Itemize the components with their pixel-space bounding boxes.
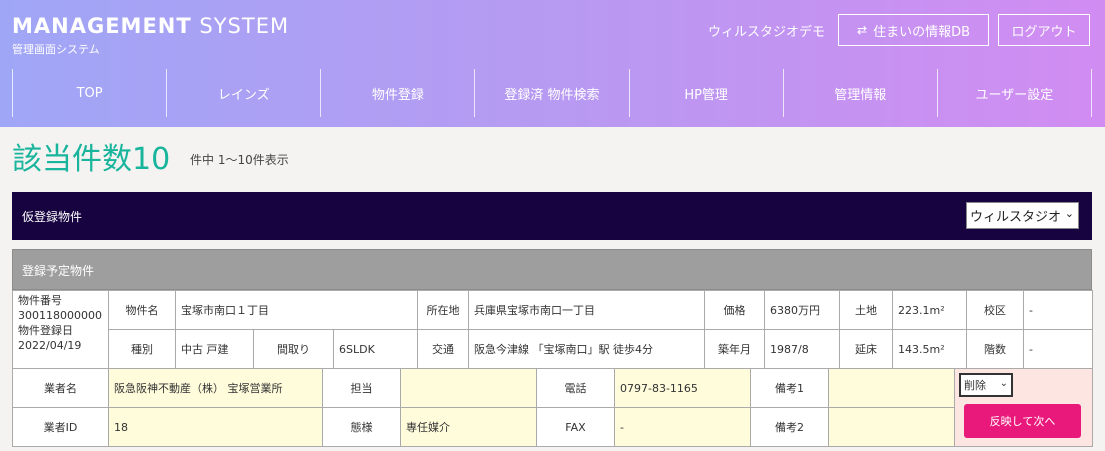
nav-registered-search[interactable]: 登録済 物件検索	[475, 69, 630, 117]
nav-hp-admin[interactable]: HP管理	[630, 69, 784, 117]
swap-arrows-icon: ⇄	[857, 23, 868, 37]
app-subtitle: 管理画面システム	[12, 43, 100, 56]
staff-label: 担当	[322, 368, 401, 408]
section-header: 仮登録物件 ウィルスタジオ ⌄	[12, 192, 1092, 240]
property-floors: -	[1023, 329, 1093, 369]
agent-staff	[400, 368, 537, 408]
chevron-down-icon: ⌄	[999, 378, 1008, 389]
result-count: 該当件数10	[12, 142, 171, 177]
agent-mode: 専任媒介	[400, 407, 537, 447]
section-title: 仮登録物件	[22, 210, 83, 224]
property-price: 6380万円	[764, 290, 840, 330]
nav-property-register[interactable]: 物件登録	[321, 69, 476, 117]
mode-label: 態様	[322, 407, 401, 447]
built-label: 築年月	[704, 329, 765, 369]
housing-db-button[interactable]: ⇄ 住まいの情報DB	[838, 14, 989, 46]
subsection-title: 登録予定物件	[22, 264, 95, 278]
apply-next-button[interactable]: 反映して次へ	[964, 404, 1081, 438]
agent-fax: -	[614, 407, 751, 447]
price-label: 価格	[704, 290, 765, 330]
nav-top[interactable]: TOP	[13, 69, 168, 117]
agent-table: 業者名 阪急阪神不動産（株） 宝塚営業所 担当 電話 0797-83-1165 …	[12, 368, 1093, 447]
name-label: 物件名	[108, 290, 176, 330]
app-logo: MANAGEMENT SYSTEM	[12, 14, 290, 38]
property-floor: 143.5m²	[892, 329, 967, 369]
main-nav: TOP レインズ 物件登録 登録済 物件検索 HP管理 管理情報 ユーザー設定	[12, 69, 1092, 117]
property-name: 宝塚市南口１丁目	[175, 290, 418, 330]
layout-label: 間取り	[253, 329, 334, 369]
property-built: 1987/8	[764, 329, 840, 369]
property-school: -	[1023, 290, 1093, 330]
floor-label: 延床	[839, 329, 893, 369]
tel-label: 電話	[536, 368, 615, 408]
property-type: 中古 戸建	[175, 329, 254, 369]
logout-button[interactable]: ログアウト	[998, 14, 1090, 46]
agent-id-label: 業者ID	[12, 407, 109, 447]
chevron-down-icon: ⌄	[1064, 207, 1074, 220]
agent-name: 阪急阪神不動産（株） 宝塚営業所	[108, 368, 323, 408]
property-transit: 阪急今津線 「宝塚南口」駅 徒歩4分	[468, 329, 705, 369]
result-range: 件中 1～10件表示	[190, 153, 289, 167]
agency-select[interactable]: ウィルスタジオ ⌄	[966, 202, 1079, 229]
company-name: ウィルスタジオデモ	[708, 25, 826, 40]
action-select[interactable]: 削除 ⌄	[959, 373, 1013, 397]
agent-tel: 0797-83-1165	[614, 368, 751, 408]
subsection-header: 登録予定物件	[12, 249, 1092, 290]
nav-admin-info[interactable]: 管理情報	[784, 69, 938, 117]
floors-label: 階数	[966, 329, 1024, 369]
agent-note1	[828, 368, 955, 408]
property-table: 物件番号 300118000000 物件登録日 2022/04/19 物件名 宝…	[12, 290, 1093, 369]
land-label: 土地	[839, 290, 893, 330]
note1-label: 備考1	[750, 368, 829, 408]
school-label: 校区	[966, 290, 1024, 330]
property-location: 兵庫県宝塚市南口一丁目	[468, 290, 705, 330]
app-header: MANAGEMENT SYSTEM 管理画面システム ウィルスタジオデモ ⇄ 住…	[0, 0, 1105, 127]
property-layout: 6SLDK	[333, 329, 418, 369]
property-id-cell: 物件番号 300118000000 物件登録日 2022/04/19	[12, 290, 109, 369]
nav-user-settings[interactable]: ユーザー設定	[938, 69, 1092, 117]
agent-note2	[828, 407, 955, 447]
fax-label: FAX	[536, 407, 615, 447]
type-label: 種別	[108, 329, 176, 369]
agent-id: 18	[108, 407, 323, 447]
nav-reins[interactable]: レインズ	[167, 69, 322, 117]
transit-label: 交通	[417, 329, 469, 369]
agent-name-label: 業者名	[12, 368, 109, 408]
note2-label: 備考2	[750, 407, 829, 447]
property-land: 223.1m²	[892, 290, 967, 330]
location-label: 所在地	[417, 290, 469, 330]
